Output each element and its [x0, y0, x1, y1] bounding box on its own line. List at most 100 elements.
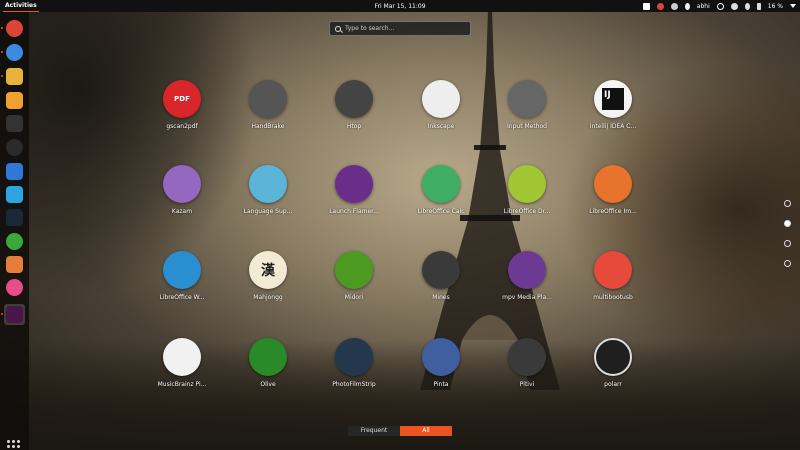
- photofilmstrip-icon: [335, 338, 373, 376]
- update-icon: [6, 233, 23, 250]
- show-applications-button[interactable]: [7, 440, 21, 450]
- app-label: Launch Flamer...: [329, 208, 379, 215]
- input-method-icon: [508, 80, 546, 118]
- dock-item-telegram[interactable]: [4, 184, 25, 205]
- page-dot-1[interactable]: [784, 200, 791, 207]
- virtualbox-icon: [6, 163, 23, 180]
- app-kazam[interactable]: Kazam: [142, 165, 222, 215]
- dock-item-calculator[interactable]: [4, 254, 25, 275]
- wallpaper: [0, 0, 800, 450]
- language-sup-icon: [249, 165, 287, 203]
- page-dot-3[interactable]: [784, 240, 791, 247]
- page-dot-2[interactable]: [784, 220, 791, 227]
- search-input[interactable]: [345, 25, 465, 32]
- slack-tray-icon[interactable]: [642, 2, 650, 10]
- app-label: multibootusb: [593, 294, 633, 301]
- handbrake-icon: [249, 80, 287, 118]
- app-handbrake[interactable]: HandBrake: [228, 80, 308, 130]
- launch-flamer-icon: [335, 165, 373, 203]
- chevron-down-icon[interactable]: [790, 4, 796, 8]
- chrome-tray-icon[interactable]: [656, 2, 664, 10]
- app-language-sup[interactable]: Language Sup...: [228, 165, 308, 215]
- battery-percent[interactable]: 16 %: [768, 3, 783, 10]
- user-name[interactable]: abhi: [697, 3, 710, 10]
- dock-item-update[interactable]: [4, 231, 25, 252]
- gscan2pdf-icon: PDF: [163, 80, 201, 118]
- libreoffice-calc-icon: [422, 165, 460, 203]
- calculator-icon: [6, 256, 23, 273]
- app-input-method[interactable]: Input Method: [487, 80, 567, 130]
- volume-icon[interactable]: [744, 2, 750, 10]
- ubuntu-software-icon: [6, 92, 23, 109]
- app-multibootusb[interactable]: multibootusb: [573, 251, 653, 301]
- libreoffice-im-icon: [594, 165, 632, 203]
- intellij-logo-icon: IJ: [602, 88, 624, 110]
- app-libreoffice-calc[interactable]: LibreOffice Calc: [401, 165, 481, 215]
- accessibility-icon[interactable]: [716, 2, 724, 10]
- dropbox-tray-icon[interactable]: [670, 2, 678, 10]
- dock-item-obs[interactable]: [4, 137, 25, 158]
- app-libreoffice-w[interactable]: LibreOffice W...: [142, 251, 222, 301]
- app-label: LibreOffice W...: [159, 294, 205, 301]
- headset-icon: [6, 279, 23, 296]
- kazam-icon: [163, 165, 201, 203]
- grid-dot: [12, 440, 15, 443]
- dock-item-virtualbox[interactable]: [4, 161, 25, 182]
- app-polarr[interactable]: polarr: [573, 338, 653, 388]
- app-label: polarr: [604, 381, 622, 388]
- mines-icon: [422, 251, 460, 289]
- app-label: gscan2pdf: [166, 123, 198, 130]
- network-icon[interactable]: [730, 2, 738, 10]
- app-photofilmstrip[interactable]: PhotoFilmStrip: [314, 338, 394, 388]
- lightbulb-icon[interactable]: [684, 2, 690, 10]
- app-mines[interactable]: Mines: [401, 251, 481, 301]
- mahjongg-icon: 漢: [249, 251, 287, 289]
- app-mpv-media-pla[interactable]: mpv Media Pla...: [487, 251, 567, 301]
- dock-item-slack[interactable]: [1, 304, 25, 325]
- app-label: LibreOffice Calc: [417, 208, 465, 215]
- app-pitivi[interactable]: Pitivi: [487, 338, 567, 388]
- dock-item-firefox[interactable]: [1, 42, 25, 63]
- app-label: Language Sup...: [243, 208, 293, 215]
- app-pinta[interactable]: Pinta: [401, 338, 481, 388]
- app-gscan2pdf[interactable]: PDF gscan2pdf: [142, 80, 222, 130]
- libreoffice-dr-icon: [508, 165, 546, 203]
- multibootusb-icon: [594, 251, 632, 289]
- app-label: Olive: [260, 381, 276, 388]
- page-dot-4[interactable]: [784, 260, 791, 267]
- app-olive[interactable]: Olive: [228, 338, 308, 388]
- dock-item-chrome[interactable]: [1, 18, 25, 39]
- app-label: Kazam: [171, 208, 193, 215]
- app-intellij-idea-c[interactable]: IJ IntelliJ IDEA C...: [573, 80, 653, 130]
- app-inkscape[interactable]: Inkscape: [401, 80, 481, 130]
- app-midori[interactable]: Midori: [314, 251, 394, 301]
- obs-icon: [6, 139, 23, 156]
- dock-item-terminal[interactable]: [4, 113, 25, 134]
- dock-item-files[interactable]: [1, 66, 25, 87]
- app-libreoffice-im[interactable]: LibreOffice Im...: [573, 165, 653, 215]
- grid-dot: [17, 445, 20, 449]
- grid-dot: [12, 445, 15, 449]
- app-label: Pinta: [433, 381, 449, 388]
- search-bar[interactable]: [329, 21, 471, 36]
- dock-item-headset[interactable]: [4, 277, 25, 298]
- app-label: IntelliJ IDEA C...: [589, 123, 637, 130]
- htop-icon: [335, 80, 373, 118]
- view-switcher: Frequent All: [348, 426, 452, 436]
- dock-item-ubuntu-software[interactable]: [4, 90, 25, 111]
- files-icon: [6, 68, 23, 85]
- app-htop[interactable]: Htop: [314, 80, 394, 130]
- dock-item-steam[interactable]: [4, 207, 25, 228]
- app-mahjongg[interactable]: 漢 Mahjongg: [228, 251, 308, 301]
- tab-frequent[interactable]: Frequent: [348, 426, 400, 436]
- app-label: Mahjongg: [253, 294, 283, 301]
- tab-all[interactable]: All: [400, 426, 452, 436]
- steam-icon: [6, 209, 23, 226]
- app-libreoffice-dr[interactable]: LibreOffice Dr...: [487, 165, 567, 215]
- mpv-media-pla-icon: [508, 251, 546, 289]
- app-label: MusicBrainz Pi...: [157, 381, 207, 388]
- app-launch-flamer[interactable]: Launch Flamer...: [314, 165, 394, 215]
- app-musicbrainz-pi[interactable]: MusicBrainz Pi...: [142, 338, 222, 388]
- pitivi-icon: [508, 338, 546, 376]
- battery-icon[interactable]: [756, 2, 761, 10]
